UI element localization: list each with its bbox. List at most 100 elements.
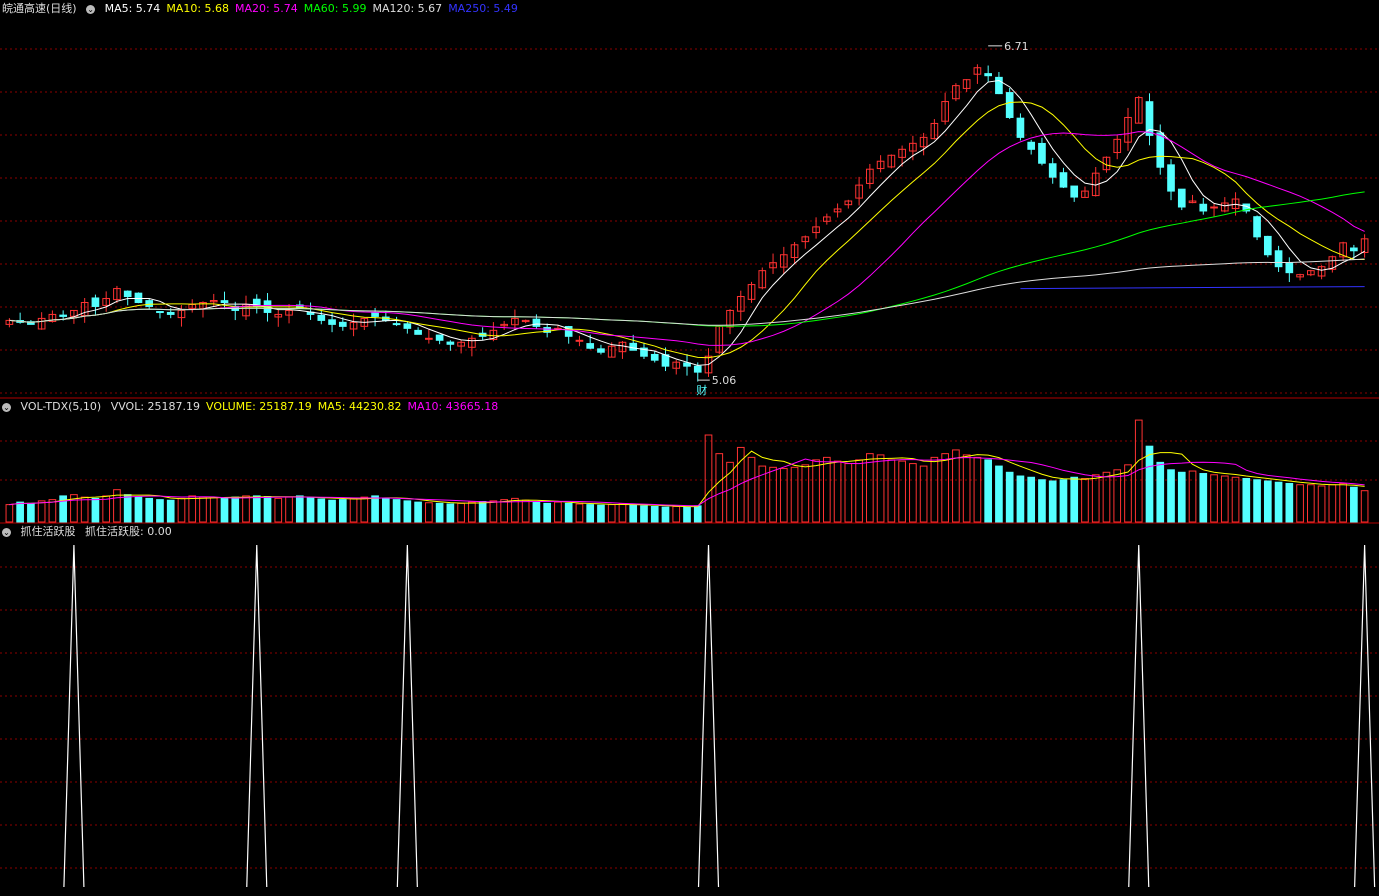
volume-bar	[1048, 480, 1057, 523]
candle-body	[1038, 142, 1046, 164]
chevron-down-icon[interactable]: ⌄	[2, 527, 11, 537]
ma5-line	[9, 79, 1365, 366]
volume-bar	[844, 463, 853, 523]
price-indicator-1: MA10: 5.68	[166, 2, 230, 15]
volume-bar	[1038, 479, 1046, 523]
volume-bar	[930, 456, 939, 523]
volume-indicator-0: VVOL: 25187.19	[110, 400, 201, 413]
candle-body	[317, 314, 326, 321]
signal-spike	[1128, 544, 1150, 888]
candle-body	[532, 318, 541, 327]
chart-canvas[interactable]: 6.71 5.06 财	[0, 0, 1379, 896]
volume-bar	[145, 497, 154, 523]
volume-bar	[597, 504, 605, 523]
volume-bar	[1339, 482, 1347, 523]
volume-bar	[1113, 469, 1122, 523]
candle-body	[1027, 141, 1036, 150]
volume-bar	[747, 456, 756, 523]
volume-bar	[468, 501, 476, 523]
volume-bar	[1307, 484, 1315, 523]
candle-body	[1167, 164, 1175, 192]
volume-bar	[242, 495, 250, 523]
volume-bar	[177, 497, 186, 523]
candle-body	[414, 329, 422, 335]
volume-bar	[349, 497, 358, 523]
volume-bar	[1177, 471, 1186, 523]
volume-bar	[995, 465, 1003, 523]
volume-bar	[779, 468, 788, 523]
volume-bar	[521, 499, 530, 523]
volume-bar	[199, 496, 207, 523]
volume-title: VOL-TDX(5,10)	[20, 400, 102, 413]
candle-body	[1156, 132, 1165, 168]
candle-body	[59, 314, 67, 317]
candle-body	[166, 311, 175, 315]
volume-bar	[134, 496, 143, 523]
signal-spike	[63, 544, 85, 888]
candle-body	[597, 348, 605, 353]
volume-bar	[693, 505, 702, 523]
volume-bar	[274, 497, 283, 523]
volume-bar	[500, 499, 508, 523]
candle-body	[995, 76, 1003, 95]
candle-body	[1048, 163, 1057, 178]
volume-bar	[295, 495, 304, 523]
volume-bar	[1199, 473, 1208, 523]
volume-bar	[898, 460, 906, 523]
volume-bar	[1231, 476, 1240, 523]
volume-bar	[123, 494, 132, 523]
volume-bar	[403, 500, 412, 523]
chevron-down-icon[interactable]: ⌄	[86, 4, 96, 14]
volume-bar	[317, 498, 326, 523]
chevron-down-icon[interactable]: ⌄	[2, 402, 11, 412]
candle-body	[220, 300, 229, 303]
candle-body	[1199, 203, 1208, 212]
volume-bar	[812, 459, 820, 523]
volume-panel-header: ⌄ VOL-TDX(5,10) VVOL: 25187.19 VOLUME: 25…	[2, 399, 510, 415]
ma120-line	[9, 258, 1365, 326]
candle-body	[1070, 185, 1079, 198]
volume-bar	[414, 501, 422, 523]
volume-bar	[16, 501, 24, 523]
signal-title: 抓住活跃股	[20, 525, 76, 538]
volume-bar	[855, 459, 863, 523]
candle-body	[1059, 172, 1068, 188]
candle-body	[693, 365, 702, 373]
volume-bar	[252, 495, 261, 523]
price-panel-header: 皖通高速(日线) ⌄ MA5: 5.74 MA10: 5.68 MA20: 5.74…	[2, 1, 530, 17]
candle-body	[446, 341, 455, 345]
candle-body	[403, 323, 412, 329]
volume-bar	[478, 500, 487, 523]
volume-bar	[822, 456, 831, 523]
volume-bar	[113, 489, 121, 523]
volume-bar	[1296, 484, 1304, 523]
candle-body	[1016, 117, 1025, 138]
volume-bar	[1145, 445, 1154, 523]
candle-body	[1005, 92, 1014, 118]
volume-bar	[80, 496, 89, 523]
volume-bar	[564, 502, 573, 523]
volume-bar	[833, 460, 842, 523]
candle-body	[629, 342, 638, 351]
candle-body	[1274, 250, 1283, 268]
candle-body	[338, 321, 347, 327]
volume-bar	[672, 505, 681, 523]
price-indicator-2: MA20: 5.74	[235, 2, 298, 15]
volume-bar	[1220, 475, 1229, 523]
ma250-line	[1020, 286, 1365, 290]
volume-bar	[629, 504, 638, 523]
volume-bar	[952, 449, 960, 523]
volume-bar	[607, 504, 616, 523]
price-indicator-0: MA5: 5.74	[104, 2, 161, 15]
volume-bar	[338, 499, 347, 523]
volume-bar	[790, 466, 799, 523]
volume-bar	[575, 503, 584, 523]
volume-bar	[984, 459, 992, 523]
signal-panel-header: ⌄ 抓住活跃股 抓住活跃股: 0.00	[2, 524, 178, 540]
ma60-line	[9, 191, 1365, 327]
volume-bar	[371, 495, 379, 523]
volume-bar	[1350, 486, 1358, 523]
volume-bar	[909, 463, 917, 523]
volume-bar	[425, 502, 433, 523]
volume-bar	[866, 453, 874, 523]
